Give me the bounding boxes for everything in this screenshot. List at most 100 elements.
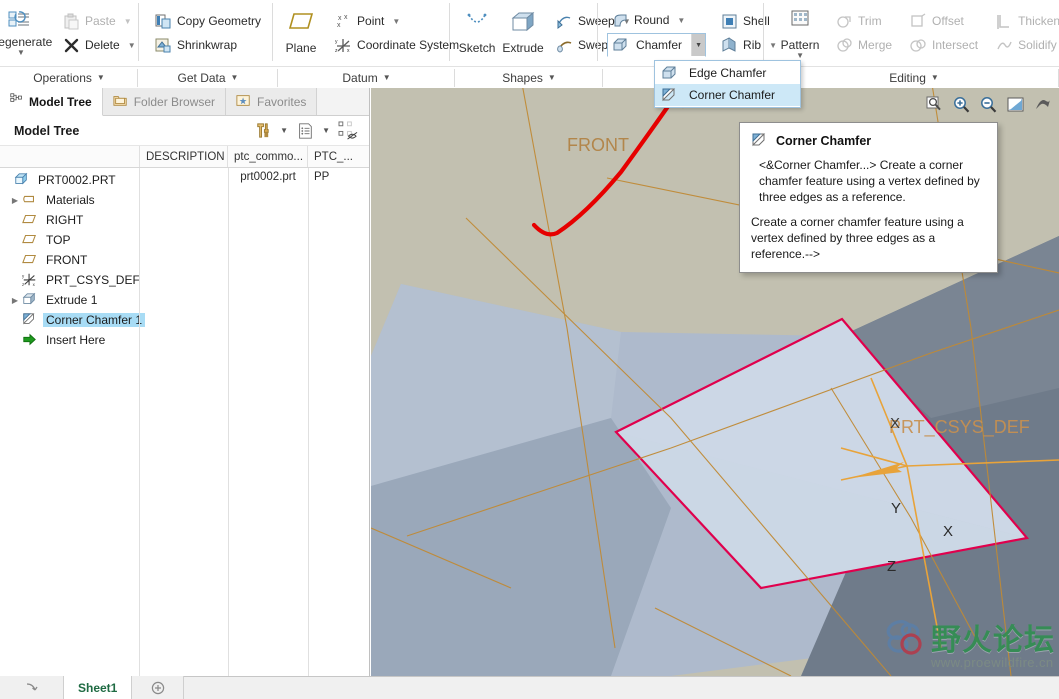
chamfer-dropdown-arrow[interactable]: ▼ [691,34,706,56]
chevron-down-icon[interactable]: ▼ [796,51,804,59]
ribbon-group-datum: Plane x x x Point ▼ y z x Coordinate Sys… [272,0,459,66]
chevron-down-icon[interactable]: ▼ [231,73,239,82]
add-circle-icon[interactable] [132,676,185,699]
regenerate-button[interactable]: Regenerate ▼ [0,35,52,57]
chevron-down-icon[interactable]: ▼ [677,16,685,25]
extrude-button[interactable]: Extrude [497,41,549,55]
datum-plane-icon [22,252,37,269]
paste-button[interactable]: Paste ▼ [58,10,141,32]
tree-node-right[interactable]: RIGHT [0,210,139,230]
display-style-icon[interactable] [1033,95,1053,115]
svg-text:x: x [338,15,342,22]
tree-node-extrude-1[interactable]: ▶ Extrude 1 [0,290,139,310]
thicken-button[interactable]: Thicken [991,10,1059,32]
intersect-button[interactable]: Intersect [905,34,983,56]
model-tree-value-columns: prt0002.prt PP [139,168,369,676]
regenerate-icon[interactable] [8,10,30,33]
coordinate-system-button[interactable]: y z x Coordinate System [330,34,464,56]
shrinkwrap-button[interactable]: Shrinkwrap [150,34,266,56]
pattern-icon[interactable] [786,8,814,36]
sketch-icon[interactable] [463,11,491,39]
zoom-out-icon[interactable] [979,95,999,115]
ribbon-label-operations[interactable]: Operations ▼ [0,67,138,88]
offset-button[interactable]: Offset [905,10,983,32]
expander-collapsed-icon[interactable]: ▶ [8,196,22,205]
ribbon-label-shapes[interactable]: Shapes ▼ [455,67,603,88]
ribbon-label-get-data[interactable]: Get Data ▼ [138,67,278,88]
chevron-down-icon[interactable]: ▼ [392,17,400,26]
tab-favorites[interactable]: Favorites [226,88,318,115]
settings-tools-icon[interactable] [251,120,274,141]
column-header-description[interactable]: DESCRIPTION [139,146,227,167]
ribbon: Regenerate ▼ Paste [0,0,1059,88]
round-icon [612,12,629,29]
copy-geometry-button[interactable]: Copy Geometry [150,10,266,32]
merge-button[interactable]: Merge [831,34,897,56]
ribbon-label-datum[interactable]: Datum ▼ [278,67,455,88]
nav-arrow-icon[interactable] [0,676,64,699]
expander-collapsed-icon[interactable]: ▶ [8,296,22,305]
csys-label: PRT_CSYS_DEF [889,417,1030,438]
intersect-label: Intersect [932,38,979,52]
chevron-down-icon[interactable]: ▼ [124,17,132,26]
svg-text:x: x [33,282,36,287]
menu-item-corner-chamfer[interactable]: Corner Chamfer [655,84,800,106]
pattern-button[interactable]: Pattern ▼ [774,38,826,60]
chamfer-dropdown-menu[interactable]: Edge Chamfer Corner Chamfer [654,60,801,108]
tab-model-tree[interactable]: Model Tree [0,88,103,116]
extrude-feature-icon [22,292,37,309]
watermark-logo-icon [886,620,922,655]
tree-node-materials[interactable]: ▶ Materials [0,190,139,210]
trim-label: Trim [858,14,882,28]
csys-icon: y z x [335,37,352,54]
trim-button[interactable]: Trim [831,10,897,32]
tree-node-prt-csys-def[interactable]: y z x PRT_CSYS_DEF [0,270,140,290]
tab-folder-browser[interactable]: Folder Browser [102,88,227,115]
chevron-down-icon[interactable]: ▼ [97,73,105,82]
column-header-ptc-common[interactable]: ptc_commo... [227,146,307,167]
column-header-ptc[interactable]: PTC_... [307,146,369,167]
tree-filters-icon[interactable] [294,121,316,141]
zoom-box-icon[interactable] [925,95,945,115]
hide-items-icon[interactable] [336,120,361,141]
axis-x-label: X [943,523,954,540]
chevron-down-icon[interactable]: ▼ [931,73,939,82]
zoom-in-icon[interactable] [952,95,972,115]
column-header-blank[interactable] [0,146,139,167]
refit-icon[interactable] [1006,95,1026,115]
chevron-down-icon[interactable]: ▼ [383,73,391,82]
shell-icon [721,13,738,30]
round-button[interactable]: Round ▼ [607,9,706,31]
ribbon-group-engineering: Round ▼ Chamfer ▼ Shell Rib ▼ [597,0,777,66]
solidify-button[interactable]: Solidify [991,34,1059,56]
navigator-tabs: Model Tree Folder Browser Favorites [0,88,369,116]
sketch-button[interactable]: Sketch [451,41,503,55]
thicken-icon [996,13,1013,30]
chamfer-split-button[interactable]: Chamfer ▼ [607,33,707,57]
chamfer-icon [612,37,629,54]
delete-button[interactable]: Delete ▼ [58,34,141,56]
tree-node-insert-here[interactable]: Insert Here [0,330,139,350]
chevron-down-icon[interactable]: ▼ [276,126,292,135]
csys-icon: y z x [22,272,37,289]
tree-node-top[interactable]: TOP [0,230,139,250]
chevron-down-icon[interactable]: ▼ [318,126,334,135]
chevron-down-icon[interactable]: ▼ [548,73,556,82]
plane-icon[interactable] [287,11,315,39]
sheet-tab-sheet1[interactable]: Sheet1 [64,676,133,699]
round-label: Round [634,13,670,27]
plane-button[interactable]: Plane [275,41,327,55]
tree-node-label: RIGHT [46,213,84,227]
extrude-icon[interactable] [509,11,537,39]
merge-icon [836,37,853,54]
chevron-down-icon[interactable]: ▼ [17,48,25,56]
tab-label: Model Tree [29,94,92,109]
tree-node-corner-chamfer-1[interactable]: Corner Chamfer 1 [0,310,146,330]
point-button[interactable]: x x x Point ▼ [330,10,464,32]
chevron-down-icon[interactable]: ▼ [128,41,136,50]
tree-node-prt0002[interactable]: PRT0002.PRT [0,170,139,190]
ribbon-label-editing[interactable]: Editing ▼ [769,67,1059,88]
axis-z-label: Z [887,558,897,575]
menu-item-edge-chamfer[interactable]: Edge Chamfer [655,62,800,84]
tree-node-front[interactable]: FRONT [0,250,139,270]
